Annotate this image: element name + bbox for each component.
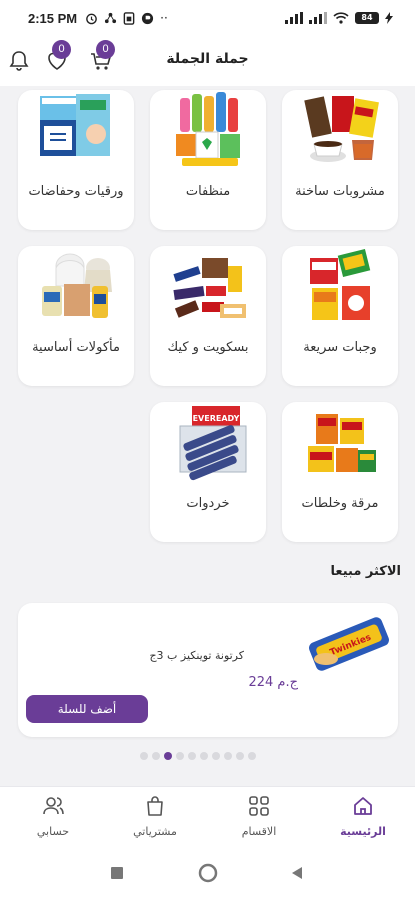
share-icon [105,12,117,23]
carousel-dot[interactable] [176,752,184,760]
category-card-paper-diapers[interactable]: ورقيات وحفاضات [18,90,134,230]
carousel-dot[interactable] [236,752,244,760]
page-title: جملة الجملة [166,51,249,67]
carousel-dot[interactable] [140,752,148,760]
category-card-biscuits-cake[interactable]: بسكويت و كيك [150,246,266,386]
charging-icon [385,12,393,24]
alarm-icon [86,13,97,24]
nav-label: مشترياتي [133,825,177,838]
battery-icon: 84 [355,12,379,24]
signal-icon [285,12,303,24]
biscuits-cake-image [173,258,246,318]
fast-food-image [310,248,371,320]
carousel-dot[interactable] [188,752,196,760]
carousel-dot[interactable] [212,752,220,760]
nav-label: حسابي [36,825,70,838]
more-icon: ·· [160,11,168,25]
bottom-navigation: الرئيسية الاقسام مشترياتي حسابي [0,786,415,848]
category-label: بسكويت و كيك [167,340,249,355]
best-sellers-title: الاكثر مبيعا [330,564,402,579]
home-system-icon[interactable] [198,863,218,883]
app-icon [142,12,154,24]
signal-icon [309,12,327,24]
category-label: مشروبات ساخنة [295,184,385,199]
category-label: خردوات [186,496,230,511]
nav-label: الاقسام [241,825,277,838]
status-time: 2:15 PM [28,10,78,26]
paper-diapers-image [40,94,110,156]
nav-item-account[interactable]: حسابي [8,793,98,838]
category-label: منظفات [185,184,231,199]
wifi-icon [333,12,349,24]
cleaners-image [176,92,240,166]
carousel-dot[interactable] [248,752,256,760]
best-seller-card[interactable]: Twinkies كرتونة توينكيز ب 3ج 224 ج.م أضف… [18,603,398,737]
nav-item-home[interactable]: الرئيسية [318,793,408,838]
product-name: كرتونة توينكيز ب 3ج [149,649,244,662]
product-price: 224 ج.م [248,675,298,690]
home-icon [354,797,372,815]
carousel-dot[interactable] [224,752,232,760]
category-label: ورقيات وحفاضات [28,184,124,199]
category-card-staples[interactable]: مأكولات أساسية [18,246,134,386]
user-icon [43,797,64,815]
category-card-hot-drinks[interactable]: مشروبات ساخنة [282,90,398,230]
carousel-dot[interactable] [164,752,172,760]
carousel-dots [140,752,256,760]
staples-image [42,253,112,318]
category-card-broth-mixes[interactable]: مرقة وخلطات [282,402,398,542]
nav-item-purchases[interactable]: مشترياتي [110,793,200,838]
back-icon[interactable] [290,866,304,880]
category-label: مرقة وخلطات [301,496,379,511]
status-bar: 2:15 PM ·· 84 [0,0,415,36]
hot-drinks-image [304,96,379,162]
category-label: وجبات سريعة [303,340,377,355]
batteries-image: EVEREADY [179,406,247,481]
shopping-bag-icon [147,796,163,816]
nav-label: الرئيسية [340,825,386,838]
category-card-cleaners[interactable]: منظفات [150,90,266,230]
app-header: 0 0 جملة الجملة [0,36,415,86]
add-to-cart-button[interactable]: أضف للسلة [26,695,148,723]
recents-icon[interactable] [110,866,124,880]
twinkies-product-image: Twinkies [309,617,389,671]
system-navigation-bar [0,848,415,900]
carousel-dot[interactable] [152,752,160,760]
carousel-dot[interactable] [200,752,208,760]
sim-icon [123,11,135,25]
nav-item-categories[interactable]: الاقسام [214,793,304,838]
category-label: مأكولات أساسية [32,340,120,355]
broth-mixes-image [308,414,376,472]
category-card-fast-food[interactable]: وجبات سريعة [282,246,398,386]
brand-logo-text: EVEREADY [193,414,240,423]
grid-icon [249,796,269,816]
category-card-batteries[interactable]: EVEREADY خردوات [150,402,266,542]
